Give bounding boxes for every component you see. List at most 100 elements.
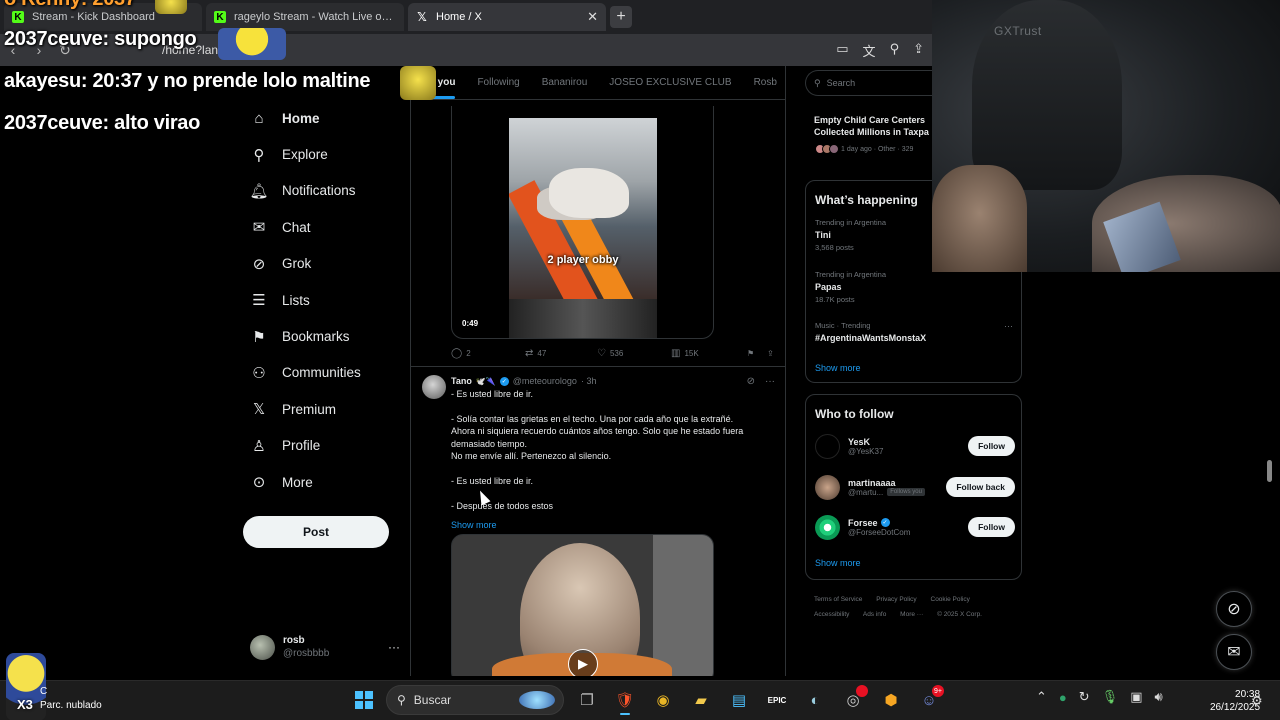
tab-joseo-exclusive-club[interactable]: JOSEO EXCLUSIVE CLUB [609, 77, 731, 88]
blitz-icon[interactable]: ⬢ [876, 685, 906, 715]
more-icon[interactable]: ··· [388, 640, 400, 654]
views-button[interactable]: ▥ 15K [671, 348, 747, 359]
reload-icon[interactable]: ↻ [52, 42, 78, 59]
forward-icon[interactable]: › [26, 42, 52, 58]
follow-suggestion[interactable]: YesK @YesK37 Follow [815, 431, 1015, 461]
sidebar-item-label: Explore [282, 147, 328, 163]
sidebar-item-lists[interactable]: ☰ Lists [240, 282, 410, 318]
sidebar-item-explore[interactable]: ⚲ Explore [240, 136, 410, 172]
messages-fab-button[interactable]: ✉ [1216, 634, 1252, 670]
bookmark-icon[interactable]: ⚑ [747, 349, 767, 358]
tab-title: Stream - Kick Dashboard [32, 11, 155, 23]
follow-suggestion[interactable]: Forsee ✓ @ForseeDotCom Follow [815, 512, 1015, 542]
store-icon[interactable]: ▤ [724, 685, 754, 715]
video-caption: 2 player obby [547, 254, 619, 266]
close-tab-icon[interactable]: ✕ [587, 9, 598, 25]
grok-icon[interactable]: ⊘ [747, 376, 755, 387]
windows-start-icon[interactable] [350, 686, 378, 714]
sidebar-item-more[interactable]: ⊙ More [240, 464, 410, 500]
footer-link[interactable]: Cookie Policy [931, 596, 970, 603]
follow-button[interactable]: Follow [968, 517, 1015, 537]
trend-item[interactable]: Trending in Argentina Papas 18.7K posts … [815, 264, 1015, 304]
steam-icon[interactable]: ◐ [800, 685, 830, 715]
post-author-name[interactable]: Tano [451, 376, 472, 386]
tab-kick-dashboard[interactable]: K Stream - Kick Dashboard [4, 3, 202, 31]
post-video[interactable]: ▶ [451, 534, 714, 676]
chat-message: 2037ceuve: alto virao [4, 112, 200, 135]
follow-suggestion[interactable]: martinaaaa @martu... Follows you Follow … [815, 472, 1015, 502]
show-more-link[interactable]: Show more [451, 520, 497, 530]
tab-for-you[interactable]: r you [431, 77, 456, 99]
sync-icon[interactable]: ↻ [1079, 689, 1090, 705]
verified-icon: ✓ [880, 518, 890, 527]
grok-fab-button[interactable]: ⊘ [1216, 591, 1252, 627]
tab-following[interactable]: Following [477, 77, 519, 88]
back-icon[interactable]: ‹ [0, 42, 26, 58]
notification-center-icon[interactable]: ⚙ [1251, 693, 1263, 709]
chevron-up-icon[interactable]: ⌃ [1036, 689, 1047, 705]
zoom-icon[interactable]: ⚲ [890, 41, 900, 60]
share-icon[interactable]: ⇪ [913, 41, 924, 60]
tray-app-icon[interactable]: ● [1059, 690, 1067, 705]
play-icon[interactable]: ▶ [568, 649, 598, 676]
footer-link[interactable]: Ads info [863, 611, 887, 618]
trend-item[interactable]: Music · Trending #ArgentinaWantsMonstaX … [815, 321, 1015, 343]
brave-icon[interactable]: 🛡︎ [610, 685, 640, 715]
post-author-handle[interactable]: @meteourologo [513, 376, 577, 386]
more-icon[interactable]: ··· [765, 376, 775, 387]
show-more-link[interactable]: Show more [815, 558, 861, 568]
avatar [250, 634, 275, 660]
sidebar-item-home[interactable]: ⌂ Home [240, 100, 410, 136]
tab-kick-stream[interactable]: K rageylo Stream - Watch Live on Kick [206, 3, 404, 31]
share-icon[interactable]: ⇪ [767, 349, 774, 358]
like-button[interactable]: ♡ 536 [597, 348, 671, 359]
sidebar-item-communities[interactable]: ⚇ Communities [240, 355, 410, 391]
url-field[interactable]: /home?lang=es [162, 43, 244, 57]
account-switcher[interactable]: rosb @rosbbbb ··· [250, 634, 400, 660]
post-video[interactable]: 2 player obby 0:49 [451, 106, 714, 339]
weather-widget[interactable]: C Parc. nublado [40, 685, 102, 713]
follow-button[interactable]: Follow [968, 436, 1015, 456]
footer-link[interactable]: Privacy Policy [876, 596, 916, 603]
new-tab-button[interactable]: + [610, 6, 632, 28]
post-line: No me envíe allí. Pertenezco al silencio… [451, 451, 612, 462]
footer-link[interactable]: More ··· [900, 611, 923, 618]
taskbar-search[interactable]: ⚲ Buscar [386, 685, 564, 715]
microphone-icon[interactable]: 🎙︎ [1102, 689, 1119, 705]
file-explorer-icon[interactable]: ▰ [686, 685, 716, 715]
tab-x-home[interactable]: 𝕏 Home / X ✕ [408, 3, 606, 31]
discord-icon[interactable]: ☺ 9+ [914, 685, 944, 715]
network-icon[interactable]: ▣ [1130, 689, 1142, 705]
reply-button[interactable]: ◯ 2 [451, 348, 525, 359]
notification-badge-dot [856, 685, 868, 697]
sidebar-item-premium[interactable]: 𝕏 Premium [240, 391, 410, 427]
chrome-icon[interactable]: ◉ [648, 685, 678, 715]
sidebar-item-chat[interactable]: ✉ Chat [240, 209, 410, 245]
obs-icon[interactable]: ◎ [838, 685, 868, 715]
sidebar-item-profile[interactable]: ♙ Profile [240, 428, 410, 464]
follow-back-button[interactable]: Follow back [946, 477, 1015, 497]
news-item[interactable]: Empty Child Care Centers Collected Milli… [805, 104, 932, 170]
footer-link[interactable]: Terms of Service [814, 596, 862, 603]
post-time[interactable]: · 3h [581, 376, 597, 386]
epic-games-icon[interactable]: EPIC [762, 685, 792, 715]
scrollbar-thumb[interactable] [1267, 460, 1272, 482]
repost-button[interactable]: ⇄ 47 [525, 348, 597, 359]
sidebar-item-notifications[interactable]: 🔔︎ Notifications [240, 173, 410, 209]
tab-rosb[interactable]: Rosb [754, 77, 777, 88]
video-thumbnail[interactable]: 2 player obby [509, 118, 657, 299]
sidebar-item-bookmarks[interactable]: ⚑ Bookmarks [240, 318, 410, 354]
post-button[interactable]: Post [243, 516, 389, 548]
cast-icon[interactable]: ▭ [836, 41, 848, 60]
suggestion-info: Forsee ✓ @ForseeDotCom [848, 518, 910, 537]
sidebar-item-grok[interactable]: ⊘ Grok [240, 246, 410, 282]
footer-link[interactable]: Accessibility [814, 611, 849, 618]
tab-bananirou[interactable]: Bananirou [542, 77, 588, 88]
search-input[interactable]: ⚲ Search [805, 70, 932, 96]
volume-icon[interactable]: 🔊︎ [1154, 689, 1162, 705]
task-view-icon[interactable]: ❐ [572, 685, 602, 715]
avatar[interactable] [422, 375, 446, 399]
translate-icon[interactable]: 文 [863, 41, 876, 60]
show-more-link[interactable]: Show more [815, 363, 861, 373]
more-icon[interactable]: ··· [1004, 321, 1013, 331]
